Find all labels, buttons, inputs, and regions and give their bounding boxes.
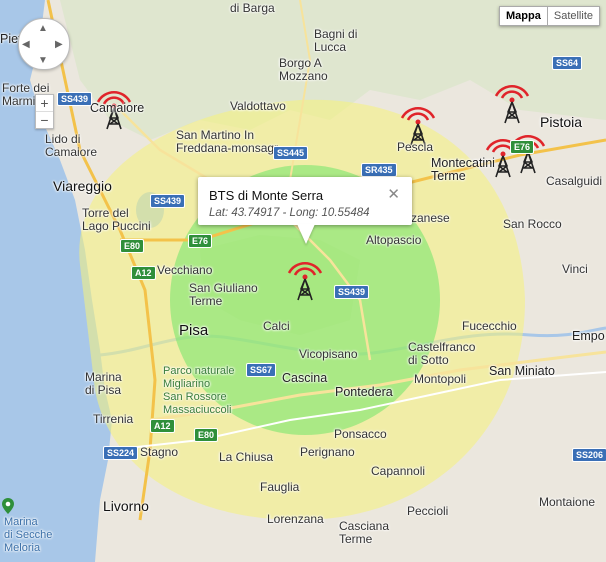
label-valdottavo: Valdottavo	[230, 99, 286, 113]
label-tirrenia: Tirrenia	[93, 412, 134, 426]
label-camaiore: Camaiore	[90, 101, 145, 115]
label-fauglia: Fauglia	[260, 480, 300, 494]
label-bagni-di-lucca: Bagni di Lucca	[314, 27, 358, 54]
road-shield-ss439-b: SS439	[150, 194, 186, 208]
label-san-rocco: San Rocco	[503, 217, 562, 231]
label-lido-di-camaiore: Lido di Camaiore	[45, 132, 98, 159]
label-ponsacco: Ponsacco	[334, 427, 387, 441]
label-marina-di-pisa: Marina di Pisa	[85, 370, 122, 397]
label-lorenzana: Lorenzana	[267, 512, 324, 526]
map-canvas[interactable]: Pietrasanta Forte dei Marmi Camaiore Lid…	[0, 0, 606, 562]
road-shield-ss445: SS445	[273, 146, 309, 160]
poi-pin-icon[interactable]	[2, 498, 14, 514]
label-vecchiano: Vecchiano	[157, 263, 213, 277]
tower-pescia[interactable]	[396, 98, 440, 146]
tower-pistoia[interactable]	[490, 76, 534, 124]
label-pontedera: Pontedera	[335, 385, 393, 399]
pan-control[interactable]: ▲ ▼ ◀ ▶	[18, 18, 70, 70]
label-fucecchio: Fucecchio	[462, 319, 517, 333]
road-shield-ss206: SS206	[572, 448, 606, 462]
label-san-miniato: San Miniato	[489, 364, 556, 378]
info-window: BTS di Monte Serra Lat: 43.74917 - Long:…	[198, 177, 412, 225]
road-shield-a12-b: A12	[150, 419, 175, 433]
map-type-mappa-button[interactable]: Mappa	[499, 6, 548, 26]
road-shield-ss224: SS224	[103, 446, 139, 460]
label-viareggio: Viareggio	[53, 178, 112, 194]
close-icon[interactable]: ✕	[387, 185, 400, 203]
pan-down-icon[interactable]: ▼	[38, 54, 48, 67]
label-altopascio: Altopascio	[366, 233, 422, 247]
label-casciana-terme: Casciana Terme	[339, 519, 390, 546]
label-montecatini: Montecatini Terme	[431, 156, 495, 183]
tower-monte-serra[interactable]	[283, 253, 327, 301]
label-torre-del-lago: Torre del Lago Puccini	[82, 206, 151, 233]
info-window-title: BTS di Monte Serra	[209, 188, 324, 203]
label-zanese: zanese	[411, 211, 450, 225]
road-shield-e80-a: E80	[120, 239, 145, 253]
map-type-satellite-button[interactable]: Satellite	[547, 6, 600, 26]
label-pescia: Pescia	[397, 140, 434, 154]
road-shield-e76-b: E76	[510, 140, 535, 154]
label-castelfranco: Castelfranco di Sotto	[408, 340, 476, 367]
label-san-giuliano-terme: San Giuliano Terme	[189, 281, 258, 308]
label-stagno: Stagno	[140, 445, 179, 459]
label-empoli: Empo	[572, 329, 605, 343]
label-montaione: Montaione	[539, 495, 596, 509]
label-barga: di Barga	[230, 1, 275, 15]
road-shield-ss67: SS67	[246, 363, 277, 377]
label-pisa: Pisa	[179, 322, 209, 339]
label-capannoli: Capannoli	[371, 464, 426, 478]
label-la-chiusa: La Chiusa	[219, 450, 274, 464]
label-peccioli: Peccioli	[407, 504, 449, 518]
road-shield-ss439-a: SS439	[57, 92, 93, 106]
label-pistoia: Pistoia	[540, 114, 583, 130]
label-secche-meloria: Marina di Secche Meloria	[4, 516, 53, 554]
label-cascina: Cascina	[282, 371, 328, 385]
road-shield-ss64: SS64	[552, 56, 583, 70]
map-type-control: Mappa Satellite	[499, 6, 600, 26]
zoom-control: + −	[35, 94, 54, 129]
label-vicopisano: Vicopisano	[299, 347, 358, 361]
pan-left-icon[interactable]: ◀	[22, 38, 30, 51]
road-shield-a12-a: A12	[131, 266, 156, 280]
zoom-out-button[interactable]: −	[36, 111, 53, 128]
info-window-tail	[297, 224, 315, 244]
road-shield-sr435: SR435	[361, 163, 397, 177]
label-parco-naturale: Parco naturale Migliarino San Rossore Ma…	[163, 365, 235, 416]
label-casalguidi: Casalguidi	[546, 174, 603, 188]
label-montopoli: Montopoli	[414, 372, 467, 386]
label-perignano: Perignano	[300, 445, 355, 459]
info-window-coords: Lat: 43.74917 - Long: 10.55484	[209, 207, 370, 219]
pan-right-icon[interactable]: ▶	[55, 38, 63, 51]
road-shield-ss439-c: SS439	[334, 285, 370, 299]
label-borgo-a-mozzano: Borgo A Mozzano	[279, 56, 328, 83]
zoom-in-button[interactable]: +	[36, 95, 53, 111]
road-shield-e80-b: E80	[194, 428, 219, 442]
label-san-martino: San Martino In Freddana-monsagr	[176, 128, 279, 155]
label-calci: Calci	[263, 319, 290, 333]
pan-up-icon[interactable]: ▲	[38, 22, 48, 35]
label-livorno: Livorno	[103, 498, 149, 514]
road-shield-e76-a: E76	[188, 234, 213, 248]
label-vinci: Vinci	[562, 262, 588, 276]
